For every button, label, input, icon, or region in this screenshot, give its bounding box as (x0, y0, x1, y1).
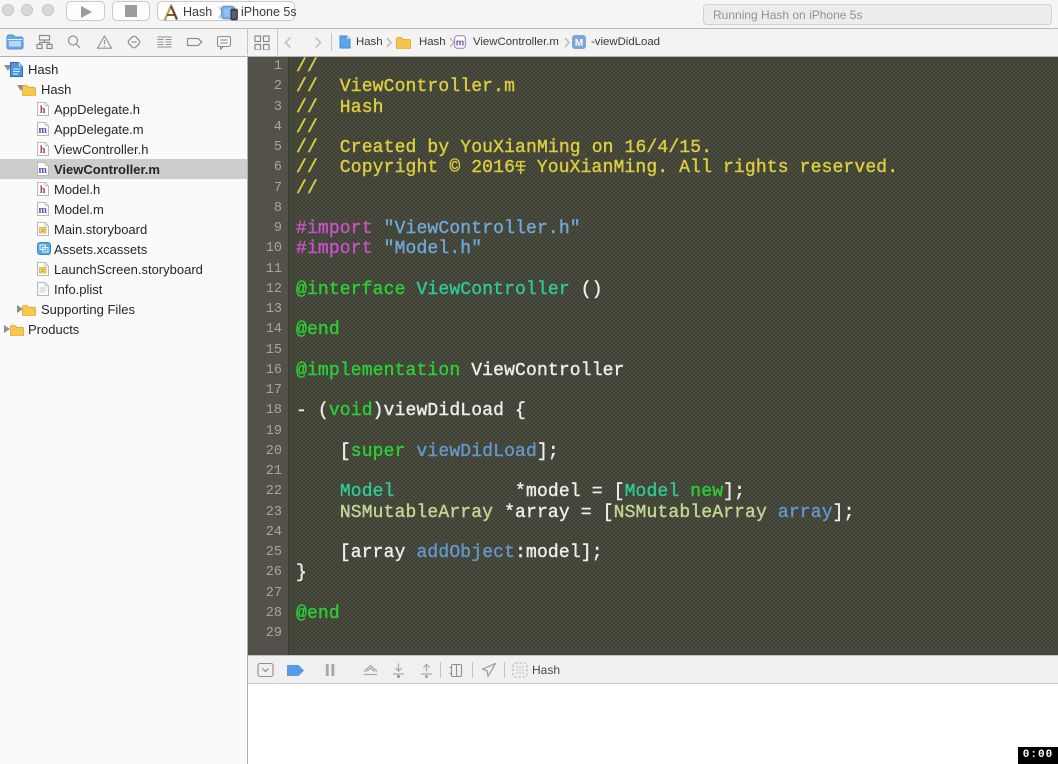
svg-text:h: h (40, 185, 46, 196)
svg-text:m: m (39, 205, 48, 216)
svg-text:h: h (40, 145, 46, 156)
svg-text:h: h (40, 105, 46, 116)
svg-text:M: M (575, 38, 583, 49)
svg-text:m: m (456, 38, 464, 49)
svg-text:m: m (39, 165, 48, 176)
svg-text:m: m (39, 125, 48, 136)
